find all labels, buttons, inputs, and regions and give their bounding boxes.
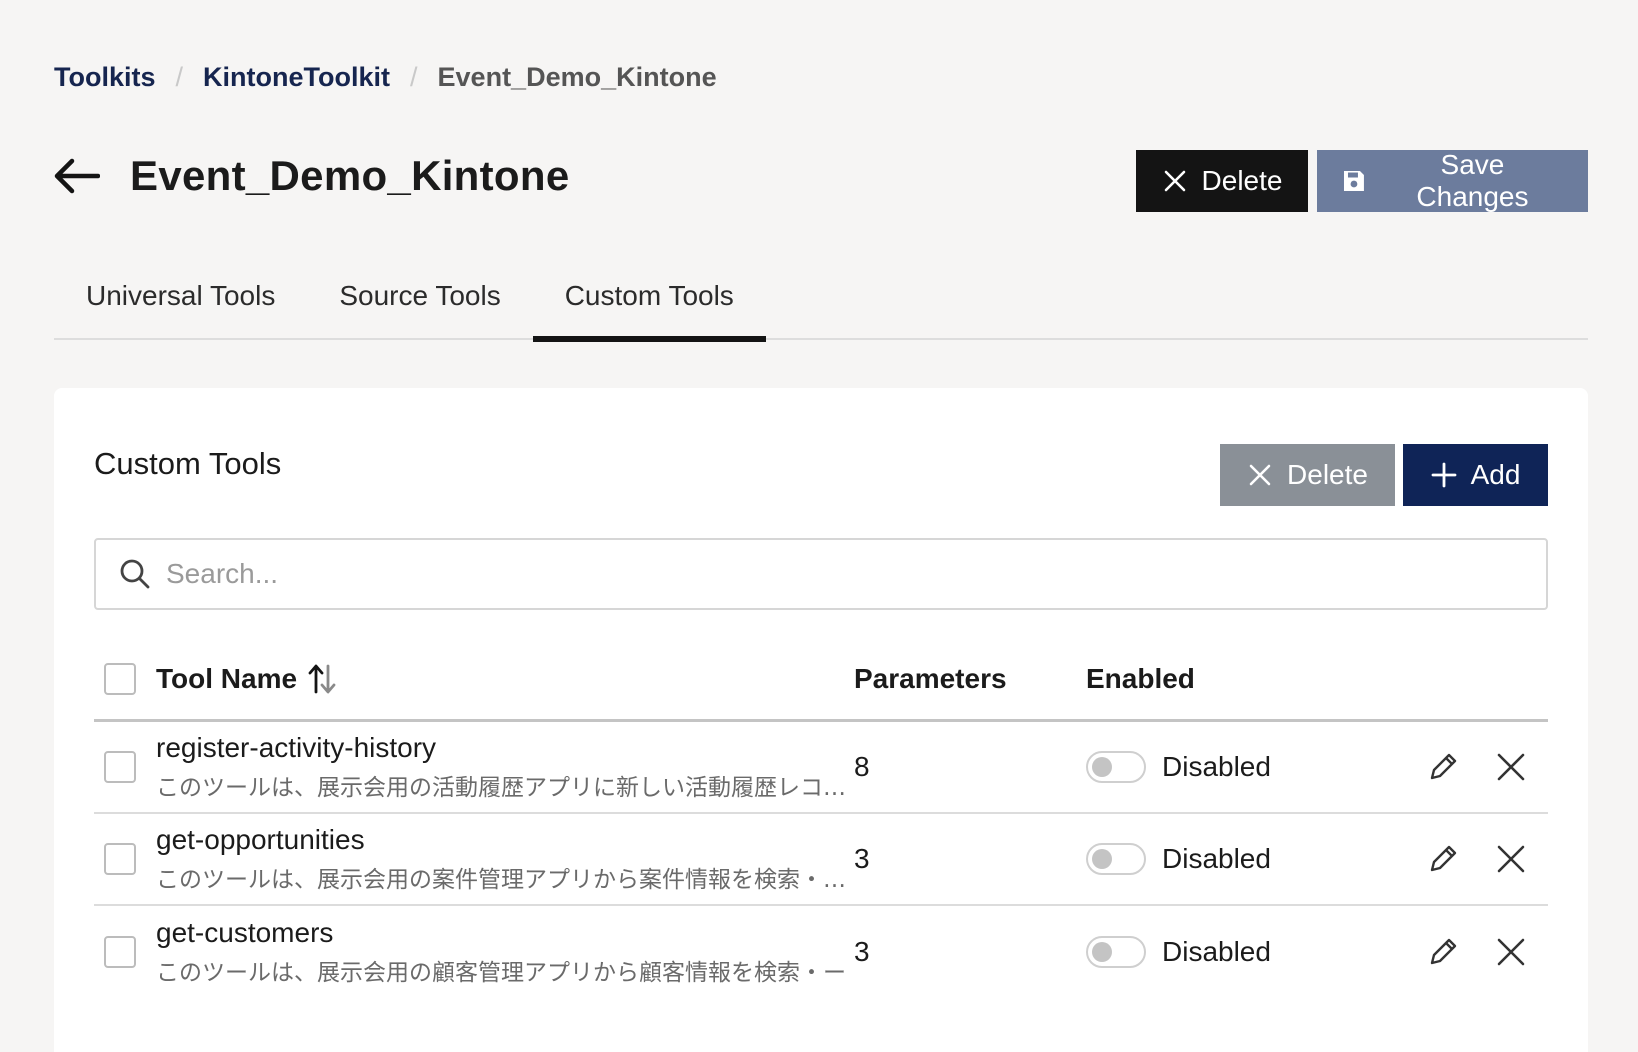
- breadcrumb-separator: /: [410, 62, 418, 92]
- sort-icon[interactable]: [307, 663, 337, 695]
- pencil-icon[interactable]: [1426, 935, 1460, 969]
- tool-description: このツールは、展示会用の活動履歴アプリに新しい活動履歴レコ…: [156, 775, 846, 801]
- breadcrumb-kintonetoolkit[interactable]: KintoneToolkit: [203, 62, 390, 93]
- close-icon[interactable]: [1494, 935, 1528, 969]
- tool-parameters: 3: [854, 936, 870, 967]
- arrow-left-icon[interactable]: [54, 158, 100, 194]
- row-checkbox[interactable]: [104, 751, 136, 783]
- title-row: Event_Demo_Kintone: [54, 152, 570, 200]
- plus-icon: [1431, 462, 1456, 488]
- enabled-cell: Disabled: [1086, 843, 1386, 875]
- toggle-status: Disabled: [1162, 936, 1271, 967]
- toggle-knob: [1092, 942, 1112, 962]
- enabled-toggle[interactable]: [1086, 751, 1146, 783]
- pencil-icon[interactable]: [1426, 750, 1460, 784]
- toggle-status: Disabled: [1162, 843, 1271, 874]
- table-row: get-customers このツールは、展示会用の顧客管理アプリから顧客情報を…: [94, 906, 1548, 998]
- breadcrumb-toolkits[interactable]: Toolkits: [54, 62, 156, 93]
- close-icon[interactable]: [1494, 750, 1528, 784]
- tab-universal-tools[interactable]: Universal Tools: [54, 258, 307, 340]
- breadcrumb-current: Event_Demo_Kintone: [437, 62, 717, 92]
- tool-name[interactable]: get-customers: [156, 917, 333, 949]
- enabled-toggle[interactable]: [1086, 843, 1146, 875]
- delete-tools-label: Delete: [1287, 459, 1368, 490]
- close-icon: [1249, 464, 1271, 486]
- tool-name[interactable]: register-activity-history: [156, 732, 436, 764]
- toggle-knob: [1092, 849, 1112, 869]
- save-changes-button[interactable]: Save Changes: [1317, 149, 1588, 212]
- breadcrumb-separator: /: [175, 62, 184, 92]
- row-checkbox[interactable]: [104, 843, 136, 875]
- row-actions: [1426, 935, 1528, 969]
- save-icon: [1343, 171, 1364, 191]
- row-actions: [1426, 842, 1528, 876]
- header-parameters: Parameters: [854, 662, 1007, 694]
- table-row: register-activity-history このツールは、展示会用の活動…: [94, 722, 1548, 814]
- search-box: [94, 538, 1548, 610]
- tool-description: このツールは、展示会用の案件管理アプリから案件情報を検索・…: [156, 867, 846, 893]
- close-icon[interactable]: [1494, 842, 1528, 876]
- pencil-icon[interactable]: [1426, 842, 1460, 876]
- tab-bar: Universal Tools Source Tools Custom Tool…: [54, 258, 1588, 342]
- header-enabled: Enabled: [1086, 662, 1195, 694]
- breadcrumb: Toolkits / KintoneToolkit / Event_Demo_K…: [54, 62, 717, 93]
- add-tool-button[interactable]: Add: [1403, 444, 1548, 506]
- enabled-cell: Disabled: [1086, 751, 1386, 783]
- select-all-checkbox[interactable]: [104, 662, 136, 695]
- header-tool-name: Tool Name: [136, 663, 854, 695]
- tab-source-tools[interactable]: Source Tools: [307, 258, 532, 340]
- table-header: Tool Name Parameters Enabled: [94, 638, 1548, 722]
- header-actions: Delete Save Changes: [1136, 149, 1588, 212]
- tab-custom-tools[interactable]: Custom Tools: [532, 258, 766, 342]
- enabled-toggle[interactable]: [1086, 936, 1146, 968]
- page-title: Event_Demo_Kintone: [130, 152, 570, 199]
- delete-toolkit-button[interactable]: Delete: [1136, 150, 1308, 212]
- tool-name-cell: register-activity-history このツールは、展示会用の活動…: [136, 732, 854, 802]
- add-tool-label: Add: [1470, 459, 1521, 490]
- table-row: get-opportunities このツールは、展示会用の案件管理アプリから案…: [94, 814, 1548, 906]
- row-checkbox[interactable]: [104, 936, 136, 968]
- save-changes-label: Save Changes: [1416, 149, 1529, 212]
- custom-tools-panel: Custom Tools Delete Add Tool Name: [54, 388, 1588, 1052]
- toggle-knob: [1092, 757, 1112, 777]
- search-input[interactable]: [166, 558, 1466, 590]
- header-tool-name-label: Tool Name: [156, 662, 298, 694]
- tool-parameters: 3: [854, 843, 870, 874]
- tool-name[interactable]: get-opportunities: [156, 824, 365, 856]
- panel-actions: Delete Add: [1220, 444, 1548, 506]
- tool-name-cell: get-opportunities このツールは、展示会用の案件管理アプリから案…: [136, 824, 854, 894]
- tool-parameters: 8: [854, 751, 870, 782]
- close-icon: [1164, 170, 1185, 192]
- tools-table: Tool Name Parameters Enabled register-ac…: [94, 638, 1548, 998]
- row-actions: [1426, 750, 1528, 784]
- enabled-cell: Disabled: [1086, 936, 1386, 968]
- delete-toolkit-label: Delete: [1201, 165, 1283, 196]
- tool-description: このツールは、展示会用の顧客管理アプリから顧客情報を検索・ー: [156, 960, 846, 986]
- delete-tools-button[interactable]: Delete: [1220, 444, 1395, 506]
- search-icon: [120, 559, 150, 589]
- tool-name-cell: get-customers このツールは、展示会用の顧客管理アプリから顧客情報を…: [136, 917, 854, 987]
- toggle-status: Disabled: [1162, 751, 1271, 782]
- panel-title: Custom Tools: [94, 446, 282, 481]
